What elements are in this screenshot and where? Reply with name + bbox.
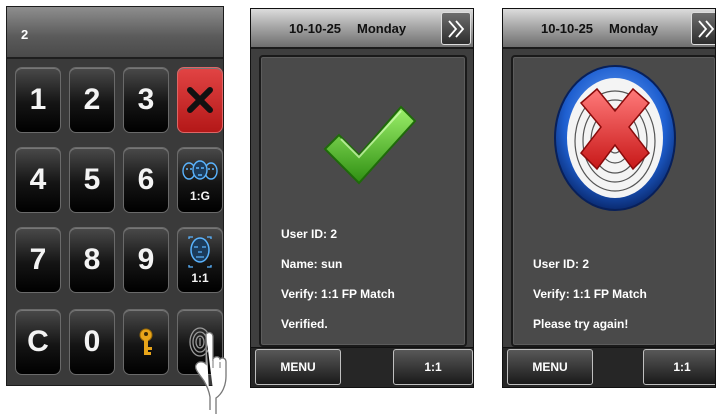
delete-x-icon [187, 87, 213, 113]
single-verify-key[interactable]: 1:1 [177, 227, 223, 293]
key-8[interactable]: 8 [69, 227, 115, 293]
result-text: Please try again! [533, 317, 629, 331]
date-label: 10-10-25 [541, 21, 594, 36]
delete-key[interactable] [177, 67, 223, 133]
result-panel: User ID: 2 Verify: 1:1 FP Match Please t… [511, 55, 715, 347]
footer-bar: MENU 1:1 [251, 347, 473, 387]
group-verify-key[interactable]: 1:G [177, 147, 223, 213]
user-id-text: User ID: 2 [533, 257, 590, 271]
status-bar: 10-10-25 Monday [503, 9, 715, 49]
mode-button[interactable]: 1:1 [393, 349, 473, 385]
key-0[interactable]: 0 [69, 309, 115, 375]
verify-failure-screen: 10-10-25 Monday User ID: 2 Verify: 1:1 F… [502, 8, 716, 388]
double-chevron-right-icon [698, 19, 715, 38]
name-text: Name: sun [281, 257, 343, 271]
key-icon [139, 328, 153, 355]
footer-bar: MENU 1:1 [503, 347, 715, 387]
result-text: Verified. [281, 317, 328, 331]
menu-button[interactable]: MENU [255, 349, 341, 385]
verify-mode-text: Verify: 1:1 FP Match [281, 287, 395, 301]
mode-button[interactable]: 1:1 [643, 349, 715, 385]
face-icon [188, 236, 212, 268]
keypad-panel: 2 1 2 3 4 5 6 1:G 7 8 9 1:1 C 0 [6, 6, 224, 386]
verify-mode-text: Verify: 1:1 FP Match [533, 287, 647, 301]
password-key[interactable] [123, 309, 169, 375]
single-verify-label: 1:1 [191, 271, 209, 285]
date-label: 10-10-25 [289, 21, 342, 36]
next-button[interactable] [441, 12, 471, 45]
day-label: Monday [357, 21, 407, 36]
clear-key[interactable]: C [15, 309, 61, 375]
menu-button[interactable]: MENU [507, 349, 593, 385]
group-faces-icon [182, 160, 218, 180]
verify-success-screen: 10-10-25 Monday User ID: 2 Name: sun Ver… [250, 8, 474, 388]
status-bar: 10-10-25 Monday [251, 9, 473, 49]
key-3[interactable]: 3 [123, 67, 169, 133]
key-7[interactable]: 7 [15, 227, 61, 293]
group-verify-label: 1:G [189, 189, 210, 203]
day-label: Monday [609, 21, 659, 36]
fingerprint-fail-icon [554, 65, 676, 211]
keypad-display: 2 [7, 7, 223, 59]
key-9[interactable]: 9 [123, 227, 169, 293]
key-2[interactable]: 2 [69, 67, 115, 133]
key-4[interactable]: 4 [15, 147, 61, 213]
green-check-icon [323, 105, 417, 185]
keypad-display-value: 2 [21, 27, 29, 42]
next-button[interactable] [691, 12, 715, 45]
key-6[interactable]: 6 [123, 147, 169, 213]
key-1[interactable]: 1 [15, 67, 61, 133]
result-panel: User ID: 2 Name: sun Verify: 1:1 FP Matc… [259, 55, 467, 347]
user-id-text: User ID: 2 [281, 227, 338, 241]
double-chevron-right-icon [448, 19, 465, 38]
key-5[interactable]: 5 [69, 147, 115, 213]
pointing-hand-icon [194, 331, 227, 414]
